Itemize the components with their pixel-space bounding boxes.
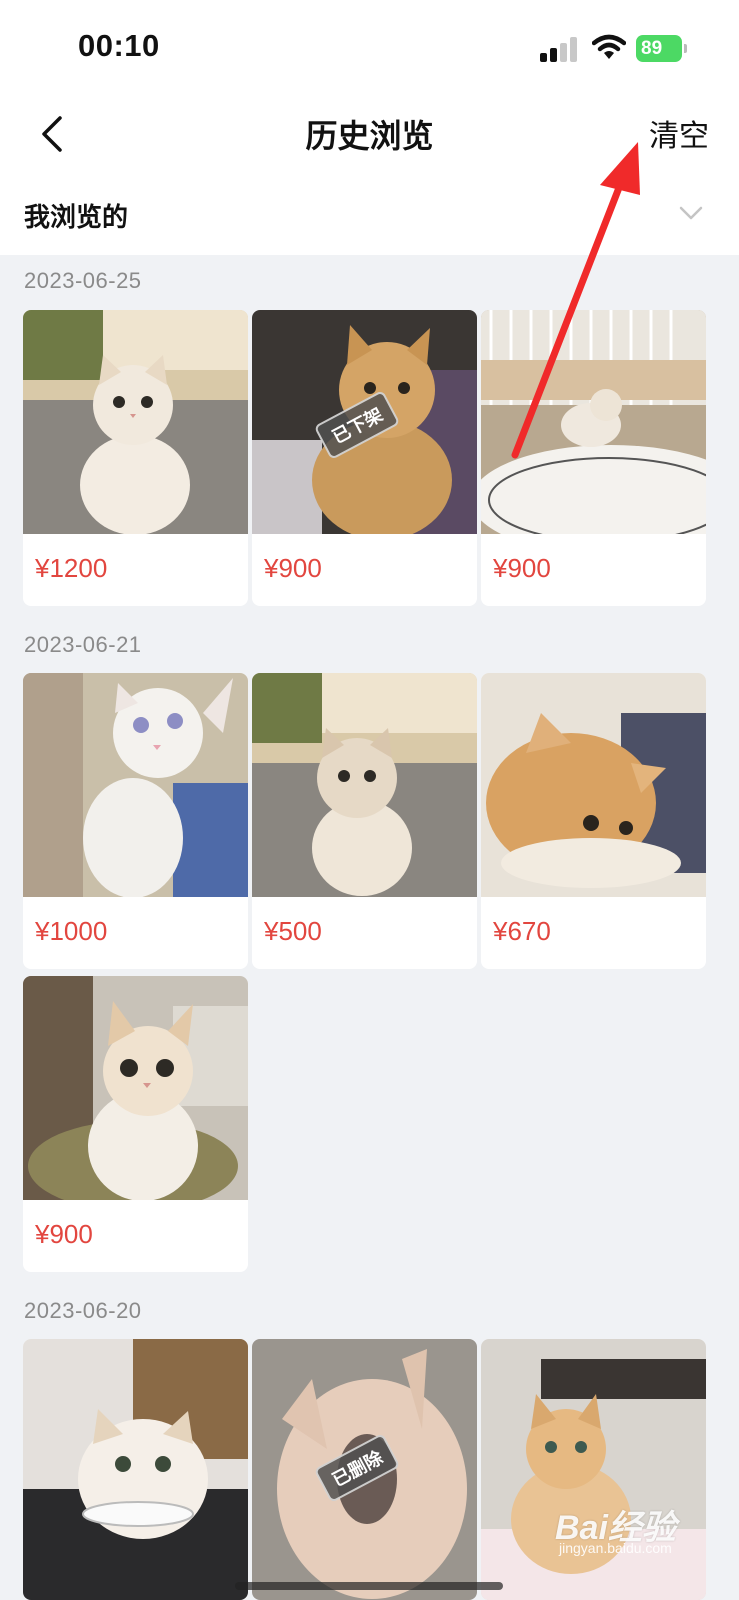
battery-level: 89 bbox=[641, 38, 663, 59]
cellular-signal-icon bbox=[540, 36, 580, 62]
price-label: ¥1200 bbox=[35, 553, 108, 583]
home-indicator[interactable] bbox=[235, 1582, 503, 1590]
nav-bar: 历史浏览 清空 bbox=[0, 95, 739, 175]
status-time: 00:10 bbox=[78, 28, 160, 63]
watermark-logo: Bai经验 jingyan.baidu.com bbox=[555, 1500, 705, 1560]
clear-button[interactable]: 清空 bbox=[649, 111, 709, 155]
status-bar: 00:10 89 bbox=[0, 0, 739, 95]
cat-photo: 已下架 bbox=[252, 310, 477, 534]
cat-photo bbox=[481, 1339, 706, 1600]
date-header: 2023-06-21 bbox=[24, 632, 142, 657]
date-header: 2023-06-20 bbox=[24, 1298, 142, 1323]
watermark-url: jingyan.baidu.com bbox=[559, 1540, 672, 1556]
price-label: ¥670 bbox=[493, 916, 551, 946]
product-card[interactable] bbox=[23, 1339, 248, 1600]
product-card[interactable]: 已下架 ¥900 bbox=[252, 310, 477, 606]
cat-photo bbox=[252, 673, 477, 897]
price-label: ¥900 bbox=[35, 1219, 93, 1249]
wifi-icon bbox=[592, 34, 626, 59]
product-card[interactable]: ¥670 bbox=[481, 673, 706, 969]
product-card[interactable]: ¥900 bbox=[23, 976, 248, 1272]
product-card[interactable]: ¥900 bbox=[481, 310, 706, 606]
cat-photo bbox=[481, 673, 706, 897]
battery-icon: 89 bbox=[636, 35, 687, 62]
cat-photo bbox=[23, 310, 248, 534]
filter-dropdown[interactable]: 我浏览的 bbox=[0, 175, 739, 255]
cat-photo: 已删除 bbox=[252, 1339, 477, 1600]
date-header: 2023-06-25 bbox=[24, 268, 142, 293]
cat-photo bbox=[23, 1339, 248, 1600]
price-label: ¥900 bbox=[264, 553, 322, 583]
chevron-down-icon[interactable] bbox=[679, 205, 703, 221]
product-card[interactable] bbox=[481, 1339, 706, 1600]
price-label: ¥1000 bbox=[35, 916, 108, 946]
cat-photo bbox=[23, 976, 248, 1200]
page-title: 历史浏览 bbox=[305, 118, 434, 154]
product-card[interactable]: 已删除 bbox=[252, 1339, 477, 1600]
cat-photo bbox=[481, 310, 706, 534]
price-label: ¥900 bbox=[493, 553, 551, 583]
price-label: ¥500 bbox=[264, 916, 322, 946]
filter-label: 我浏览的 bbox=[24, 202, 129, 232]
product-card[interactable]: ¥500 bbox=[252, 673, 477, 969]
cat-photo bbox=[23, 673, 248, 897]
product-card[interactable]: ¥1200 bbox=[23, 310, 248, 606]
product-card[interactable]: ¥1000 bbox=[23, 673, 248, 969]
